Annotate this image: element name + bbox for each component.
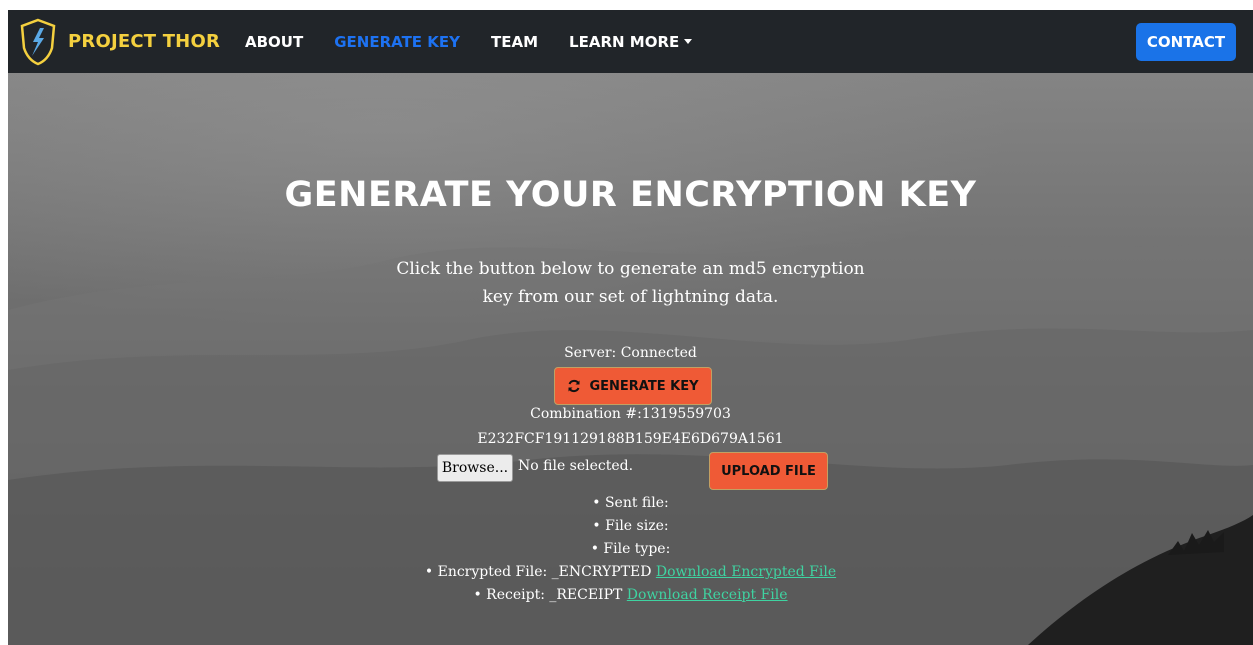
- navbar: PROJECT THOR ABOUT GENERATE KEY TEAM LEA…: [8, 10, 1253, 73]
- receipt-label: Receipt: _RECEIPT: [486, 587, 623, 603]
- nav-link-generate-key[interactable]: GENERATE KEY: [334, 33, 460, 51]
- intro-line-1: Click the button below to generate an md…: [396, 259, 865, 279]
- intro-line-2: key from our set of lightning data.: [482, 287, 779, 307]
- nav-link-learn-more-label: LEARN MORE: [569, 32, 680, 51]
- file-type-label: File type:: [603, 541, 671, 557]
- caret-down-icon: [684, 39, 693, 44]
- list-item-encrypted-file: Encrypted File: _ENCRYPTED Download Encr…: [8, 561, 1253, 584]
- download-receipt-file-link[interactable]: Download Receipt File: [627, 587, 788, 603]
- nav-link-team[interactable]: TEAM: [491, 33, 538, 51]
- list-item-sent-file: Sent file:: [8, 492, 1253, 515]
- generate-key-button[interactable]: GENERATE KEY: [554, 367, 712, 405]
- download-encrypted-file-link[interactable]: Download Encrypted File: [656, 564, 836, 580]
- thor-shield-logo-icon: [20, 18, 56, 65]
- encrypted-file-label: Encrypted File: _ENCRYPTED: [437, 564, 652, 580]
- sent-file-label: Sent file:: [604, 495, 669, 511]
- generate-key-label: GENERATE KEY: [589, 378, 699, 394]
- file-size-label: File size:: [605, 518, 669, 534]
- intro-text: Click the button below to generate an md…: [8, 255, 1253, 311]
- page-title: GENERATE YOUR ENCRYPTION KEY: [284, 175, 977, 215]
- brand-name: PROJECT THOR: [68, 31, 221, 52]
- refresh-icon: [568, 379, 580, 393]
- list-item-file-type: File type:: [8, 538, 1253, 561]
- upload-file-button[interactable]: UPLOAD FILE: [709, 452, 828, 490]
- list-item-file-size: File size:: [8, 515, 1253, 538]
- nav-link-about[interactable]: ABOUT: [245, 33, 303, 51]
- nav-link-learn-more[interactable]: LEARN MORE: [569, 32, 693, 51]
- page-background: PROJECT THOR ABOUT GENERATE KEY TEAM LEA…: [8, 10, 1253, 645]
- results-list: Sent file: File size: File type: Encrypt…: [8, 492, 1253, 607]
- contact-button[interactable]: CONTACT: [1136, 23, 1236, 61]
- nav-links: ABOUT GENERATE KEY TEAM LEARN MORE: [245, 10, 723, 73]
- brand[interactable]: PROJECT THOR: [18, 15, 220, 68]
- combination-number: Combination #:1319559703: [530, 406, 731, 422]
- file-status: No file selected.: [518, 458, 634, 474]
- browse-button[interactable]: Browse...: [437, 454, 513, 482]
- md5-hash: E232FCF191129188B159E4E6D679A1561: [477, 431, 784, 447]
- list-item-receipt: Receipt: _RECEIPT Download Receipt File: [8, 584, 1253, 607]
- server-status: Server: Connected: [564, 345, 697, 361]
